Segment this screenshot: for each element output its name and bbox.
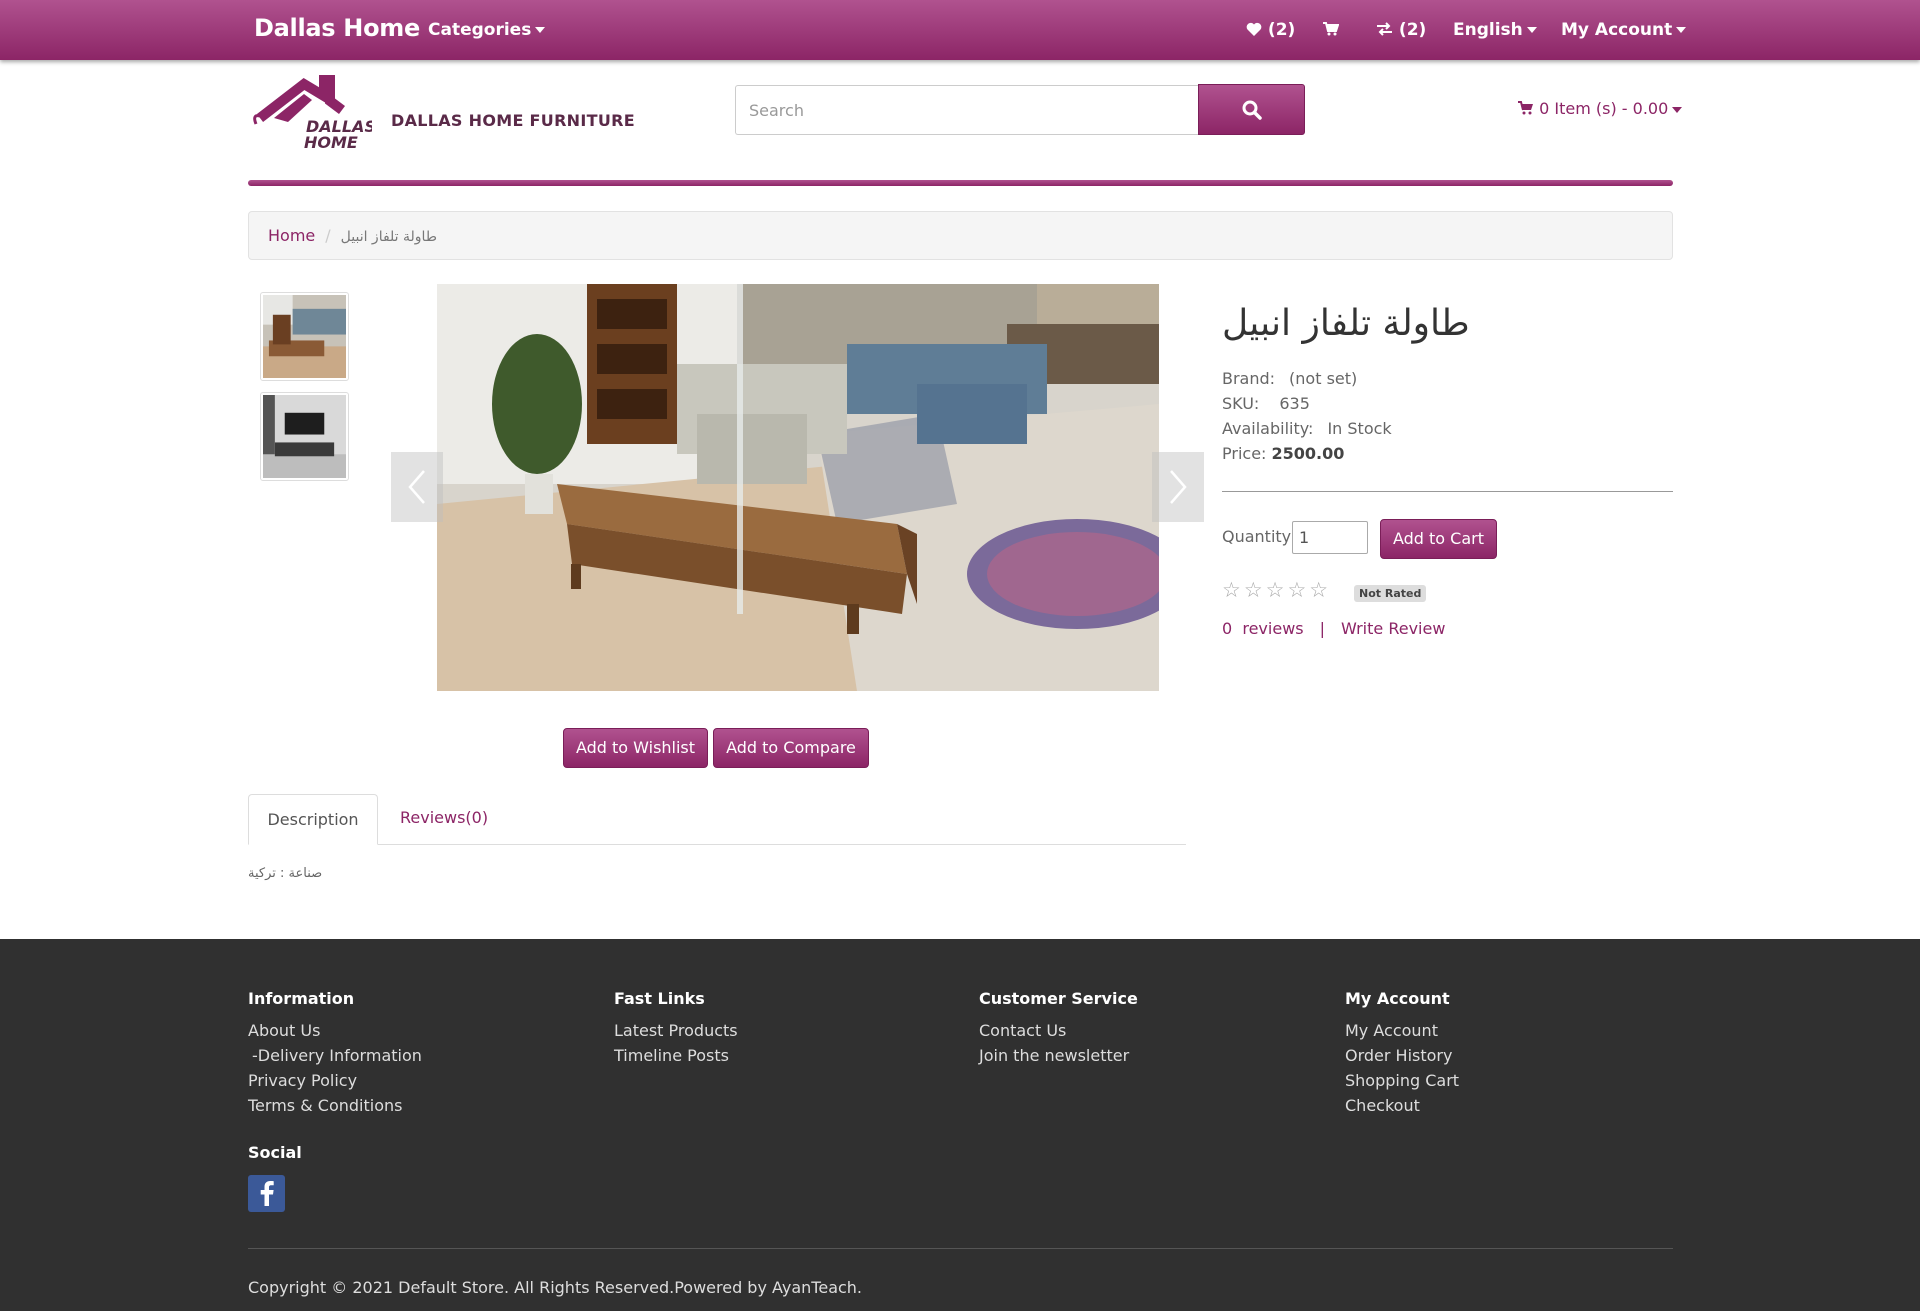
footer-link-order-history[interactable]: Order History: [1345, 1043, 1459, 1068]
breadcrumb-home[interactable]: Home: [268, 226, 315, 245]
breadcrumb-current[interactable]: طاولة تلفاز انبيل: [341, 229, 437, 245]
footer-link-timeline[interactable]: Timeline Posts: [614, 1043, 738, 1068]
brand-line: Brand: (not set): [1222, 369, 1357, 388]
product-title: طاولة تلفاز انبيل: [1222, 303, 1470, 344]
social-heading: Social: [248, 1143, 302, 1162]
facebook-link[interactable]: [248, 1175, 285, 1212]
wishlist-count: (2): [1267, 20, 1296, 40]
footer-link-delivery[interactable]: -Delivery Information: [248, 1043, 422, 1068]
info-divider: [1222, 491, 1673, 492]
tab-description[interactable]: Description: [248, 794, 378, 845]
account-menu[interactable]: My Account: [1561, 20, 1687, 40]
search-input[interactable]: [735, 85, 1199, 135]
thumbnail-image: [263, 395, 346, 478]
heart-icon: [1246, 22, 1262, 36]
wishlist-link[interactable]: (2): [1246, 20, 1295, 40]
store-logo[interactable]: DALLAS HOME: [248, 74, 376, 158]
chevron-left-icon: [408, 470, 425, 504]
sku-value: 635: [1279, 394, 1310, 413]
language-menu[interactable]: English: [1453, 20, 1537, 40]
footer-link-account[interactable]: My Account: [1345, 1018, 1459, 1043]
cart-summary-text: 0 Item (s) - 0.00: [1539, 99, 1669, 118]
footer-link-about[interactable]: About Us: [248, 1018, 422, 1043]
footer-heading: Fast Links: [614, 989, 705, 1008]
compare-count: (2): [1398, 20, 1427, 40]
product-thumbnail-2[interactable]: [260, 392, 349, 481]
brand-label: Brand:: [1222, 369, 1276, 388]
compare-link[interactable]: (2): [1376, 20, 1426, 40]
add-to-wishlist-button[interactable]: Add to Wishlist: [563, 728, 708, 768]
tabs-divider: [248, 844, 1186, 845]
footer-link-terms[interactable]: Terms & Conditions: [248, 1093, 422, 1118]
gallery-next-button[interactable]: [1152, 452, 1204, 522]
cart-icon: [1323, 22, 1340, 36]
categories-label: Categories: [428, 20, 532, 40]
brand-link[interactable]: Dallas Home: [254, 14, 420, 42]
chevron-down-icon: [1676, 27, 1687, 33]
product-thumbnail-1[interactable]: [260, 292, 349, 381]
breadcrumb: Home / طاولة تلفاز انبيل: [248, 211, 1673, 260]
quantity-input[interactable]: [1292, 521, 1368, 554]
chevron-right-icon: [1170, 470, 1187, 504]
tab-reviews[interactable]: Reviews(0): [400, 808, 488, 827]
footer-information: Information About Us -Delivery Informati…: [248, 989, 422, 1118]
cart-link[interactable]: [1323, 20, 1340, 40]
search-button[interactable]: [1198, 84, 1305, 135]
reviews-link[interactable]: 0 reviews: [1222, 619, 1304, 638]
search-icon: [1242, 100, 1262, 120]
cart-icon: [1518, 101, 1533, 115]
footer-customer-service: Customer Service Contact Us Join the new…: [979, 989, 1138, 1068]
sku-label: SKU:: [1222, 394, 1260, 413]
footer-link-cart[interactable]: Shopping Cart: [1345, 1068, 1459, 1093]
write-review-link[interactable]: Write Review: [1341, 619, 1445, 638]
reviews-label: reviews: [1242, 619, 1304, 638]
account-label: My Account: [1561, 20, 1673, 40]
footer-link-contact[interactable]: Contact Us: [979, 1018, 1138, 1043]
footer-divider: [248, 1248, 1673, 1249]
availability-label: Availability:: [1222, 419, 1314, 438]
rating-stars: ☆☆☆☆☆: [1222, 578, 1332, 602]
footer-link-latest-products[interactable]: Latest Products: [614, 1018, 738, 1043]
chevron-down-icon: [1672, 106, 1683, 113]
footer-link-privacy[interactable]: Privacy Policy: [248, 1068, 422, 1093]
cart-summary-button[interactable]: 0 Item (s) - 0.00: [1518, 99, 1683, 118]
reviews-line: 0 reviews | Write Review: [1222, 619, 1445, 638]
footer-my-account: My Account My Account Order History Shop…: [1345, 989, 1459, 1118]
compare-icon: [1377, 22, 1392, 36]
gallery-prev-button[interactable]: [391, 452, 443, 522]
top-navbar: Dallas Home Categories (2) (2) English M…: [0, 0, 1920, 60]
add-to-compare-button[interactable]: Add to Compare: [713, 728, 869, 768]
quantity-label: Quantity: [1222, 527, 1292, 546]
rating-badge: Not Rated: [1354, 585, 1427, 602]
store-name: DALLAS HOME FURNITURE: [391, 111, 635, 130]
language-label: English: [1453, 20, 1523, 40]
facebook-icon: [260, 1181, 274, 1206]
footer-heading: Information: [248, 989, 355, 1008]
categories-menu[interactable]: Categories: [428, 20, 546, 40]
breadcrumb-separator: /: [325, 226, 331, 245]
availability-line: Availability: In Stock: [1222, 419, 1392, 438]
footer-heading: Customer Service: [979, 989, 1138, 1008]
footer-heading: My Account: [1345, 989, 1450, 1008]
chevron-down-icon: [535, 27, 546, 33]
price-label: Price:: [1222, 444, 1267, 463]
thumbnail-image: [263, 295, 346, 378]
header-divider: [248, 180, 1673, 186]
copyright-text: Copyright © 2021 Default Store. All Righ…: [248, 1278, 863, 1297]
price-line: Price: 2500.00: [1222, 444, 1344, 463]
sku-line: SKU: 635: [1222, 394, 1310, 413]
footer-fast-links: Fast Links Latest Products Timeline Post…: [614, 989, 738, 1068]
footer-link-checkout[interactable]: Checkout: [1345, 1093, 1459, 1118]
add-to-cart-button[interactable]: Add to Cart: [1380, 519, 1497, 559]
product-main-image[interactable]: [437, 284, 1187, 691]
logo-text-bottom: HOME: [304, 133, 358, 152]
chevron-down-icon: [1526, 27, 1537, 33]
availability-value: In Stock: [1327, 419, 1392, 438]
description-text: صناعة : تركية: [248, 866, 323, 881]
brand-value: (not set): [1289, 369, 1358, 388]
reviews-count: 0: [1222, 619, 1233, 638]
footer-link-newsletter[interactable]: Join the newsletter: [979, 1043, 1138, 1068]
reviews-separator: |: [1319, 619, 1325, 638]
price-value: 2500.00: [1271, 444, 1345, 463]
